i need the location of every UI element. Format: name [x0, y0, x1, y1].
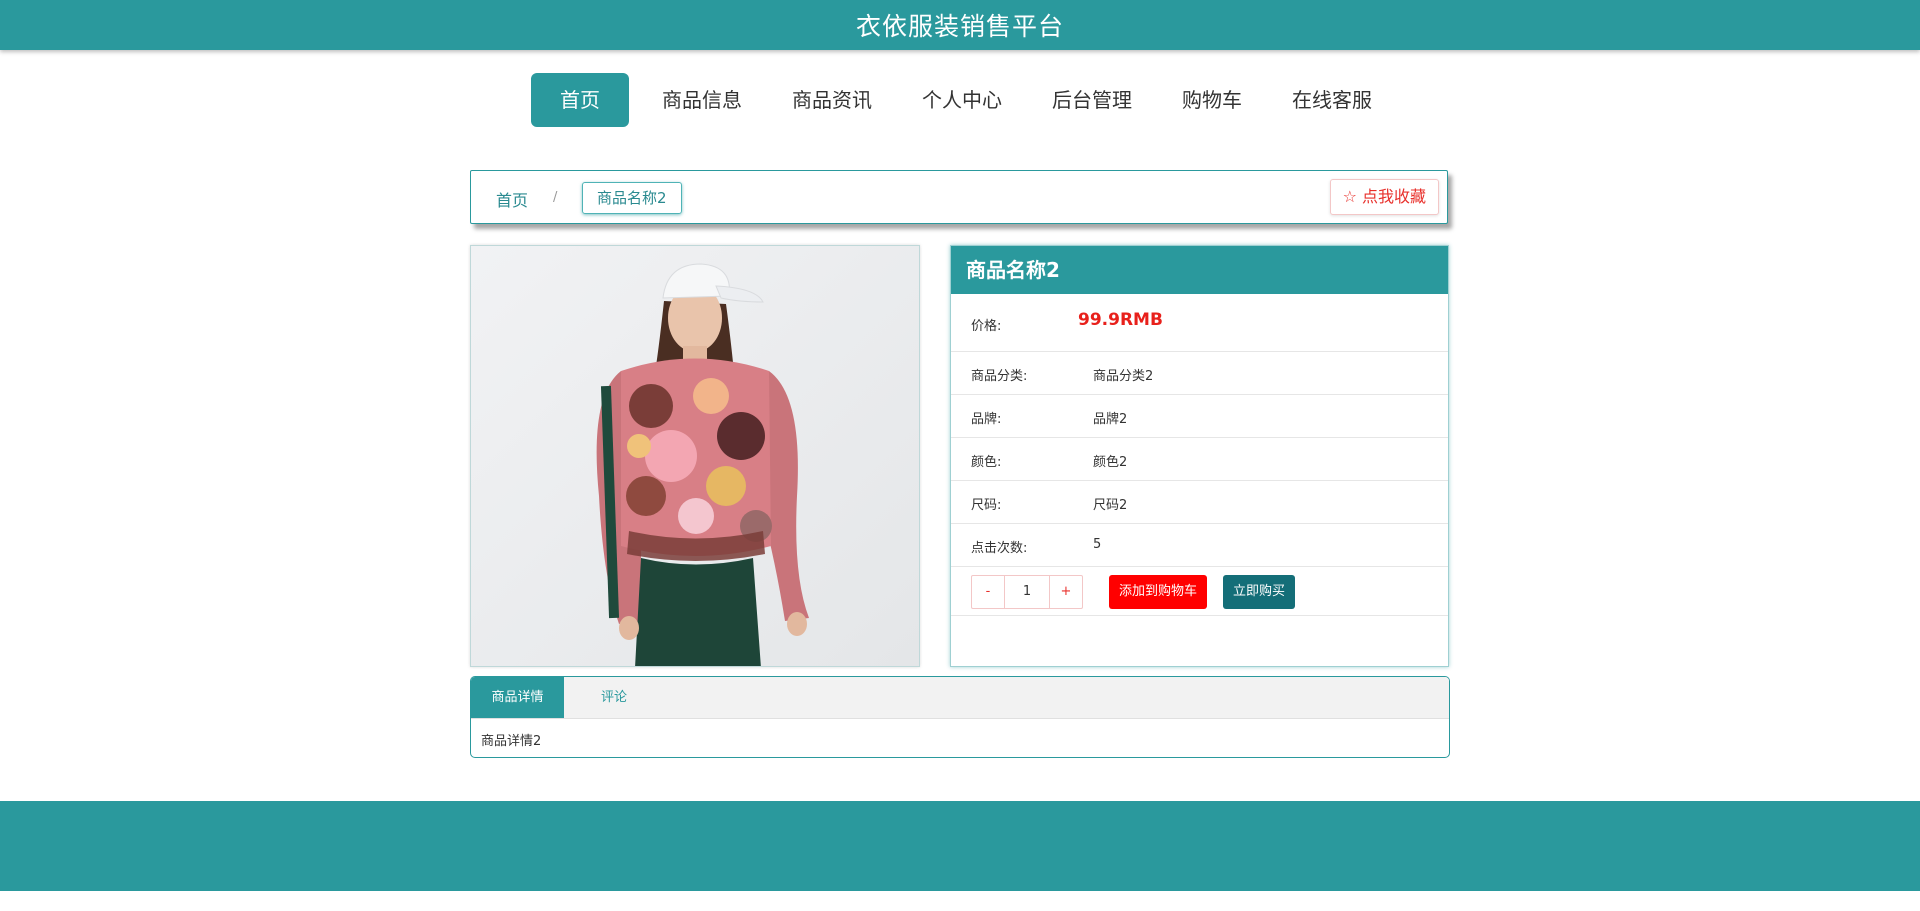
category-label: 商品分类:	[971, 369, 1028, 384]
tabs-header: 商品详情 评论	[471, 677, 1449, 719]
brand-label: 品牌:	[971, 412, 1002, 427]
product-info-panel: 商品名称2 价格: 99.9RMB 商品分类: 商品分类2 品牌: 品牌2 颜色…	[950, 245, 1449, 667]
nav-item-home[interactable]: 首页	[531, 73, 629, 127]
quantity-input[interactable]: 1	[1004, 576, 1050, 608]
nav-item-personal-center[interactable]: 个人中心	[905, 73, 1019, 127]
category-row: 商品分类: 商品分类2	[951, 352, 1448, 395]
product-name: 商品名称2	[951, 246, 1448, 294]
breadcrumb: 首页 / 商品名称2 ☆ 点我收藏	[470, 170, 1448, 224]
nav-item-products[interactable]: 商品信息	[645, 73, 759, 127]
size-row: 尺码: 尺码2	[951, 481, 1448, 524]
quantity-stepper: - 1 +	[971, 575, 1083, 609]
quantity-decrease-button[interactable]: -	[972, 576, 1004, 608]
color-label: 颜色:	[971, 455, 1002, 470]
purchase-actions: - 1 + 添加到购物车 立即购买	[951, 567, 1448, 616]
clicks-row: 点击次数: 5	[951, 524, 1448, 567]
breadcrumb-home-link[interactable]: 首页	[496, 187, 528, 211]
size-label: 尺码:	[971, 498, 1002, 513]
model-photo-illustration	[471, 246, 919, 666]
breadcrumb-separator: /	[553, 190, 558, 205]
nav-item-admin[interactable]: 后台管理	[1035, 73, 1149, 127]
brand-value: 品牌2	[1093, 412, 1128, 427]
price-row: 价格: 99.9RMB	[951, 294, 1448, 352]
color-row: 颜色: 颜色2	[951, 438, 1448, 481]
size-value: 尺码2	[1093, 498, 1128, 513]
color-value: 颜色2	[1093, 455, 1128, 470]
brand-row: 品牌: 品牌2	[951, 395, 1448, 438]
site-title: 衣依服装销售平台	[855, 12, 1064, 41]
price-label: 价格:	[971, 319, 1002, 334]
footer	[0, 801, 1920, 891]
nav-item-customer-service[interactable]: 在线客服	[1275, 73, 1389, 127]
breadcrumb-current: 商品名称2	[582, 182, 682, 214]
product-tabs: 商品详情 评论 商品详情2	[470, 676, 1450, 758]
product-image	[470, 245, 920, 667]
favorite-button[interactable]: ☆ 点我收藏	[1329, 179, 1439, 215]
main-nav: 首页 商品信息 商品资讯 个人中心 后台管理 购物车 在线客服	[0, 73, 1920, 127]
clicks-value: 5	[1093, 537, 1102, 552]
price-value: 99.9RMB	[1078, 310, 1163, 330]
buy-now-button[interactable]: 立即购买	[1223, 575, 1296, 609]
tab-content: 商品详情2	[481, 734, 542, 749]
nav-item-news[interactable]: 商品资讯	[775, 73, 889, 127]
tab-comments[interactable]: 评论	[601, 677, 627, 718]
tab-details[interactable]: 商品详情	[471, 677, 564, 718]
top-header-bar: 衣依服装销售平台	[0, 0, 1920, 50]
add-to-cart-button[interactable]: 添加到购物车	[1109, 575, 1208, 609]
category-value: 商品分类2	[1093, 369, 1154, 384]
quantity-increase-button[interactable]: +	[1050, 576, 1082, 608]
nav-item-cart[interactable]: 购物车	[1165, 73, 1259, 127]
clicks-label: 点击次数:	[971, 541, 1028, 556]
